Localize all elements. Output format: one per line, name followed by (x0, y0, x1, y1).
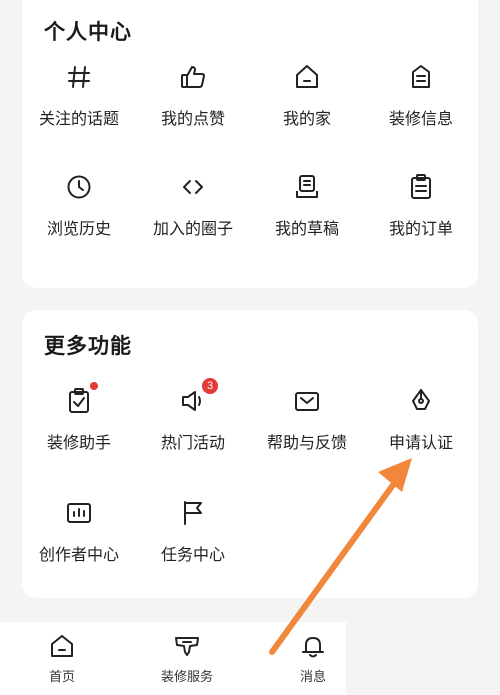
tab-label: 首页 (48, 670, 75, 685)
grid-item-creator-center[interactable]: 创作者中心 (22, 498, 136, 588)
service-icon (173, 632, 201, 660)
personal-center-title: 个人中心 (44, 20, 132, 44)
notification-count-badge: 3 (202, 378, 218, 394)
grid-item-label: 创作者中心 (38, 545, 119, 564)
tab-label: 装修服务 (160, 670, 213, 685)
grid-item-label: 浏览历史 (46, 219, 111, 238)
grid-item-browse-history[interactable]: 浏览历史 (22, 172, 136, 262)
grid-item-label: 申请认证 (388, 433, 453, 452)
home-tab-icon (48, 632, 76, 660)
grid-item-renovation-assistant[interactable]: 装修助手 (22, 382, 136, 476)
grid-item-my-likes[interactable]: 我的点赞 (136, 62, 250, 152)
tab-label: 消息 (299, 670, 326, 685)
grid-item-label: 帮助与反馈 (266, 433, 347, 452)
grid-item-renovation-info[interactable]: 装修信息 (364, 62, 478, 152)
grid-item-label: 我的订单 (388, 219, 453, 238)
more-features-card: 更多功能 装修助手 3 热门活动 帮助与反馈 申请认证 创作者中心 任务中心 (22, 310, 478, 598)
draft-box-icon (292, 172, 322, 202)
envelope-icon (292, 386, 322, 416)
tab-home[interactable]: 首页 (5, 622, 119, 695)
megaphone-icon: 3 (178, 378, 218, 416)
grid-item-label: 任务中心 (160, 545, 225, 564)
clipboard-icon (406, 172, 436, 202)
grid-item-my-drafts[interactable]: 我的草稿 (250, 172, 364, 262)
grid-item-label: 装修信息 (388, 109, 453, 128)
grid-item-apply-certification[interactable]: 申请认证 (364, 386, 478, 476)
more-features-title: 更多功能 (44, 334, 132, 358)
personal-center-card: 个人中心 关注的话题 我的点赞 我的家 装修信息 浏览历史 加入的圈子 我的草稿… (22, 0, 478, 288)
clock-icon (64, 172, 94, 202)
grid-item-task-center[interactable]: 任务中心 (136, 498, 250, 588)
grid-item-label: 加入的圈子 (152, 219, 233, 238)
tab-renovation-service[interactable]: 装修服务 (130, 622, 244, 695)
code-brackets-icon (178, 172, 208, 202)
grid-item-label: 我的点赞 (160, 109, 225, 128)
grid-item-help-feedback[interactable]: 帮助与反馈 (250, 386, 364, 476)
grid-item-label: 热门活动 (160, 433, 225, 452)
grid-item-label: 我的家 (282, 109, 331, 128)
grid-item-joined-circles[interactable]: 加入的圈子 (136, 172, 250, 262)
clipboard-check-icon (64, 382, 98, 416)
flag-icon (178, 498, 208, 528)
grid-item-followed-topics[interactable]: 关注的话题 (22, 62, 136, 152)
grid-item-my-orders[interactable]: 我的订单 (364, 172, 478, 262)
bottom-tab-bar: 首页 装修服务 消息 (0, 622, 346, 695)
grid-item-label: 关注的话题 (38, 109, 119, 128)
pen-nib-icon (406, 386, 436, 416)
grid-item-label: 我的草稿 (274, 219, 339, 238)
grid-item-hot-activities[interactable]: 3 热门活动 (136, 378, 250, 476)
document-icon (406, 62, 436, 92)
notification-dot (90, 382, 98, 390)
hashtag-icon (64, 62, 94, 92)
chart-icon (64, 498, 94, 528)
bell-icon (299, 632, 327, 660)
tab-messages[interactable]: 消息 (256, 622, 370, 695)
grid-item-my-home[interactable]: 我的家 (250, 62, 364, 152)
home-icon (292, 62, 322, 92)
grid-item-label: 装修助手 (46, 433, 111, 452)
thumbs-up-icon (178, 62, 208, 92)
